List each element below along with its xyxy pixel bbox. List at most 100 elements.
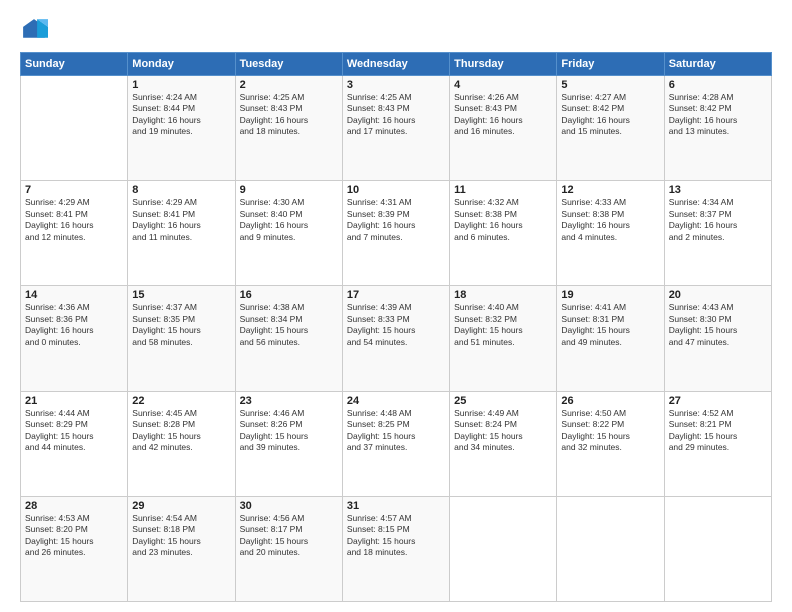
day-number: 17 xyxy=(347,289,445,301)
day-number: 14 xyxy=(25,289,123,301)
day-cell: 14Sunrise: 4:36 AMSunset: 8:36 PMDayligh… xyxy=(21,286,128,391)
day-cell: 22Sunrise: 4:45 AMSunset: 8:28 PMDayligh… xyxy=(128,391,235,496)
day-number: 5 xyxy=(561,79,659,91)
day-number: 30 xyxy=(240,500,338,512)
day-cell: 16Sunrise: 4:38 AMSunset: 8:34 PMDayligh… xyxy=(235,286,342,391)
day-info: Sunrise: 4:24 AMSunset: 8:44 PMDaylight:… xyxy=(132,92,230,138)
day-cell: 21Sunrise: 4:44 AMSunset: 8:29 PMDayligh… xyxy=(21,391,128,496)
day-info: Sunrise: 4:43 AMSunset: 8:30 PMDaylight:… xyxy=(669,302,767,348)
day-info: Sunrise: 4:45 AMSunset: 8:28 PMDaylight:… xyxy=(132,408,230,454)
day-number: 19 xyxy=(561,289,659,301)
week-row-5: 28Sunrise: 4:53 AMSunset: 8:20 PMDayligh… xyxy=(21,496,772,601)
day-info: Sunrise: 4:34 AMSunset: 8:37 PMDaylight:… xyxy=(669,197,767,243)
day-number: 1 xyxy=(132,79,230,91)
day-cell: 23Sunrise: 4:46 AMSunset: 8:26 PMDayligh… xyxy=(235,391,342,496)
day-number: 8 xyxy=(132,184,230,196)
day-info: Sunrise: 4:31 AMSunset: 8:39 PMDaylight:… xyxy=(347,197,445,243)
day-number: 22 xyxy=(132,395,230,407)
day-cell xyxy=(557,496,664,601)
day-number: 11 xyxy=(454,184,552,196)
day-info: Sunrise: 4:25 AMSunset: 8:43 PMDaylight:… xyxy=(347,92,445,138)
weekday-header-tuesday: Tuesday xyxy=(235,53,342,76)
day-number: 2 xyxy=(240,79,338,91)
day-number: 21 xyxy=(25,395,123,407)
week-row-4: 21Sunrise: 4:44 AMSunset: 8:29 PMDayligh… xyxy=(21,391,772,496)
day-number: 28 xyxy=(25,500,123,512)
day-number: 10 xyxy=(347,184,445,196)
weekday-header-saturday: Saturday xyxy=(664,53,771,76)
day-cell: 19Sunrise: 4:41 AMSunset: 8:31 PMDayligh… xyxy=(557,286,664,391)
day-cell: 2Sunrise: 4:25 AMSunset: 8:43 PMDaylight… xyxy=(235,76,342,181)
day-cell xyxy=(21,76,128,181)
week-row-3: 14Sunrise: 4:36 AMSunset: 8:36 PMDayligh… xyxy=(21,286,772,391)
day-number: 3 xyxy=(347,79,445,91)
day-number: 6 xyxy=(669,79,767,91)
day-number: 15 xyxy=(132,289,230,301)
day-cell: 8Sunrise: 4:29 AMSunset: 8:41 PMDaylight… xyxy=(128,181,235,286)
calendar-table: SundayMondayTuesdayWednesdayThursdayFrid… xyxy=(20,52,772,602)
day-cell: 24Sunrise: 4:48 AMSunset: 8:25 PMDayligh… xyxy=(342,391,449,496)
day-cell: 13Sunrise: 4:34 AMSunset: 8:37 PMDayligh… xyxy=(664,181,771,286)
header xyxy=(20,16,772,44)
day-cell xyxy=(450,496,557,601)
day-info: Sunrise: 4:41 AMSunset: 8:31 PMDaylight:… xyxy=(561,302,659,348)
day-cell: 1Sunrise: 4:24 AMSunset: 8:44 PMDaylight… xyxy=(128,76,235,181)
day-cell: 7Sunrise: 4:29 AMSunset: 8:41 PMDaylight… xyxy=(21,181,128,286)
day-number: 9 xyxy=(240,184,338,196)
day-number: 18 xyxy=(454,289,552,301)
weekday-header-friday: Friday xyxy=(557,53,664,76)
day-number: 25 xyxy=(454,395,552,407)
day-number: 26 xyxy=(561,395,659,407)
day-cell: 9Sunrise: 4:30 AMSunset: 8:40 PMDaylight… xyxy=(235,181,342,286)
day-number: 29 xyxy=(132,500,230,512)
weekday-header-wednesday: Wednesday xyxy=(342,53,449,76)
day-info: Sunrise: 4:46 AMSunset: 8:26 PMDaylight:… xyxy=(240,408,338,454)
day-number: 20 xyxy=(669,289,767,301)
day-cell: 25Sunrise: 4:49 AMSunset: 8:24 PMDayligh… xyxy=(450,391,557,496)
day-cell: 3Sunrise: 4:25 AMSunset: 8:43 PMDaylight… xyxy=(342,76,449,181)
day-info: Sunrise: 4:50 AMSunset: 8:22 PMDaylight:… xyxy=(561,408,659,454)
weekday-header-sunday: Sunday xyxy=(21,53,128,76)
day-cell xyxy=(664,496,771,601)
day-info: Sunrise: 4:27 AMSunset: 8:42 PMDaylight:… xyxy=(561,92,659,138)
day-info: Sunrise: 4:36 AMSunset: 8:36 PMDaylight:… xyxy=(25,302,123,348)
day-info: Sunrise: 4:54 AMSunset: 8:18 PMDaylight:… xyxy=(132,513,230,559)
day-info: Sunrise: 4:53 AMSunset: 8:20 PMDaylight:… xyxy=(25,513,123,559)
day-cell: 18Sunrise: 4:40 AMSunset: 8:32 PMDayligh… xyxy=(450,286,557,391)
day-number: 31 xyxy=(347,500,445,512)
day-cell: 17Sunrise: 4:39 AMSunset: 8:33 PMDayligh… xyxy=(342,286,449,391)
day-info: Sunrise: 4:56 AMSunset: 8:17 PMDaylight:… xyxy=(240,513,338,559)
weekday-header-row: SundayMondayTuesdayWednesdayThursdayFrid… xyxy=(21,53,772,76)
day-number: 27 xyxy=(669,395,767,407)
week-row-2: 7Sunrise: 4:29 AMSunset: 8:41 PMDaylight… xyxy=(21,181,772,286)
day-info: Sunrise: 4:26 AMSunset: 8:43 PMDaylight:… xyxy=(454,92,552,138)
day-info: Sunrise: 4:40 AMSunset: 8:32 PMDaylight:… xyxy=(454,302,552,348)
day-info: Sunrise: 4:39 AMSunset: 8:33 PMDaylight:… xyxy=(347,302,445,348)
day-number: 23 xyxy=(240,395,338,407)
day-info: Sunrise: 4:28 AMSunset: 8:42 PMDaylight:… xyxy=(669,92,767,138)
day-cell: 12Sunrise: 4:33 AMSunset: 8:38 PMDayligh… xyxy=(557,181,664,286)
day-cell: 15Sunrise: 4:37 AMSunset: 8:35 PMDayligh… xyxy=(128,286,235,391)
day-cell: 11Sunrise: 4:32 AMSunset: 8:38 PMDayligh… xyxy=(450,181,557,286)
logo-icon xyxy=(20,16,48,44)
weekday-header-monday: Monday xyxy=(128,53,235,76)
day-info: Sunrise: 4:33 AMSunset: 8:38 PMDaylight:… xyxy=(561,197,659,243)
day-number: 4 xyxy=(454,79,552,91)
day-cell: 10Sunrise: 4:31 AMSunset: 8:39 PMDayligh… xyxy=(342,181,449,286)
day-cell: 26Sunrise: 4:50 AMSunset: 8:22 PMDayligh… xyxy=(557,391,664,496)
day-info: Sunrise: 4:48 AMSunset: 8:25 PMDaylight:… xyxy=(347,408,445,454)
day-info: Sunrise: 4:57 AMSunset: 8:15 PMDaylight:… xyxy=(347,513,445,559)
day-number: 7 xyxy=(25,184,123,196)
day-cell: 5Sunrise: 4:27 AMSunset: 8:42 PMDaylight… xyxy=(557,76,664,181)
day-info: Sunrise: 4:32 AMSunset: 8:38 PMDaylight:… xyxy=(454,197,552,243)
day-info: Sunrise: 4:52 AMSunset: 8:21 PMDaylight:… xyxy=(669,408,767,454)
day-info: Sunrise: 4:25 AMSunset: 8:43 PMDaylight:… xyxy=(240,92,338,138)
day-info: Sunrise: 4:30 AMSunset: 8:40 PMDaylight:… xyxy=(240,197,338,243)
day-cell: 28Sunrise: 4:53 AMSunset: 8:20 PMDayligh… xyxy=(21,496,128,601)
day-info: Sunrise: 4:38 AMSunset: 8:34 PMDaylight:… xyxy=(240,302,338,348)
day-info: Sunrise: 4:44 AMSunset: 8:29 PMDaylight:… xyxy=(25,408,123,454)
day-cell: 29Sunrise: 4:54 AMSunset: 8:18 PMDayligh… xyxy=(128,496,235,601)
day-number: 24 xyxy=(347,395,445,407)
day-info: Sunrise: 4:49 AMSunset: 8:24 PMDaylight:… xyxy=(454,408,552,454)
day-number: 16 xyxy=(240,289,338,301)
